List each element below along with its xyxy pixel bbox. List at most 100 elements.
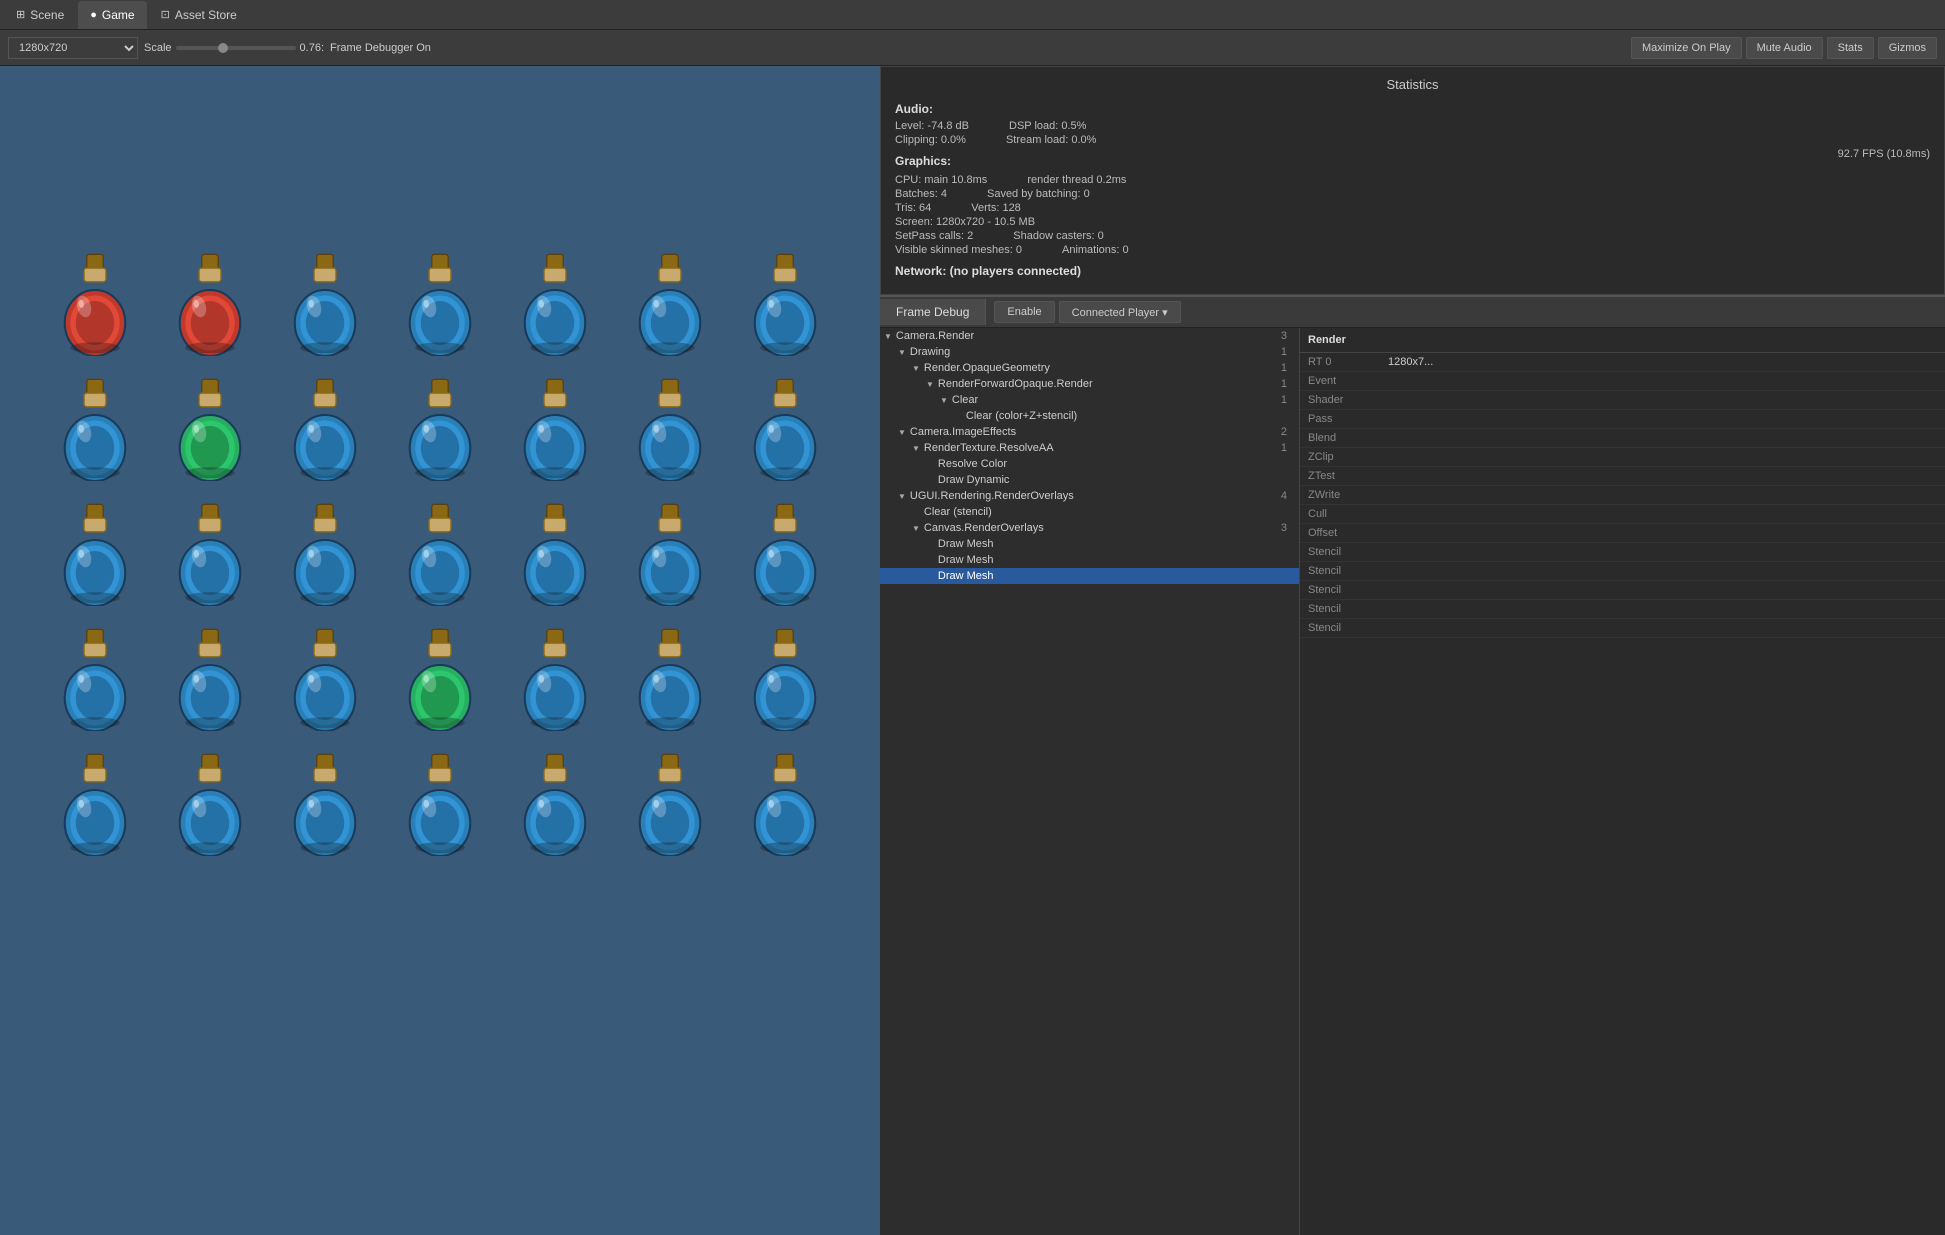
details-zwrite-row: ZWrite [1300, 486, 1945, 505]
toolbar: 1280x720 Scale 0.76: Frame Debugger On M… [0, 30, 1945, 66]
main-content: Statistics Audio: Level: -74.8 dB DSP lo… [0, 66, 1945, 1235]
scale-container: Scale 0.76: [144, 42, 324, 54]
stats-setpass-row: SetPass calls: 2 Shadow casters: 0 [895, 230, 1930, 242]
tree-item-draw-mesh-2[interactable]: ▼Draw Mesh [880, 552, 1299, 568]
bottle[interactable] [510, 246, 600, 356]
details-rt-row: RT 0 1280x7... [1300, 353, 1945, 372]
bottle[interactable] [50, 621, 140, 731]
frame-debug-controls: Enable Connected Player ▾ [986, 297, 1188, 327]
stats-verts: Verts: 128 [971, 202, 1021, 214]
tab-asset-store[interactable]: ⊡ Asset Store [149, 1, 249, 29]
bottle[interactable] [740, 496, 830, 606]
stats-audio-row2: Clipping: 0.0% Stream load: 0.0% [895, 134, 1930, 146]
details-stencil-row-2: Stencil [1300, 562, 1945, 581]
scale-slider[interactable] [176, 46, 296, 50]
bottle[interactable] [625, 496, 715, 606]
stats-visible-skinned: Visible skinned meshes: 0 [895, 244, 1022, 256]
enable-button[interactable]: Enable [994, 301, 1054, 323]
bottle[interactable] [395, 496, 485, 606]
tree-item-draw-mesh-3[interactable]: ▼Draw Mesh [880, 568, 1299, 584]
stats-tris-row: Tris: 64 Verts: 128 [895, 202, 1930, 214]
frame-debugger-status: Frame Debugger On [330, 42, 431, 54]
maximize-on-play-button[interactable]: Maximize On Play [1631, 37, 1742, 59]
tree-item-ugui-rendering-render-overlays[interactable]: ▼UGUI.Rendering.RenderOverlays4 [880, 488, 1299, 504]
bottle[interactable] [280, 621, 370, 731]
details-stencil-row-3: Stencil [1300, 581, 1945, 600]
bottle[interactable] [510, 496, 600, 606]
frame-debug-tab[interactable]: Frame Debug [880, 299, 986, 325]
bottle[interactable] [395, 371, 485, 481]
frame-debug-header: Frame Debug Enable Connected Player ▾ [880, 297, 1945, 328]
stats-button[interactable]: Stats [1827, 37, 1874, 59]
bottle[interactable] [510, 746, 600, 856]
scale-value: 0.76: [300, 42, 324, 54]
stats-batches: Batches: 4 [895, 188, 947, 200]
connected-player-button[interactable]: Connected Player ▾ [1059, 301, 1181, 323]
toolbar-right: Maximize On Play Mute Audio Stats Gizmos [1631, 37, 1937, 59]
tree-item-clear-color-z-stencil[interactable]: ▼Clear (color+Z+stencil) [880, 408, 1299, 424]
tree-item-draw-dynamic[interactable]: ▼Draw Dynamic [880, 472, 1299, 488]
bottle[interactable] [165, 371, 255, 481]
bottle[interactable] [510, 621, 600, 731]
bottle[interactable] [280, 371, 370, 481]
resolution-select[interactable]: 1280x720 [8, 37, 138, 59]
details-rt-label: RT 0 [1308, 356, 1388, 368]
stats-dsp-load: DSP load: 0.5% [1009, 120, 1086, 132]
bottle[interactable] [50, 371, 140, 481]
bottle[interactable] [165, 496, 255, 606]
tree-item-drawing[interactable]: ▼Drawing1 [880, 344, 1299, 360]
details-offset-label: Offset [1308, 527, 1388, 539]
gizmos-button[interactable]: Gizmos [1878, 37, 1937, 59]
game-view [0, 66, 880, 1235]
tree-item-resolve-color[interactable]: ▼Resolve Color [880, 456, 1299, 472]
bottle[interactable] [50, 746, 140, 856]
bottle[interactable] [165, 246, 255, 356]
bottle[interactable] [395, 746, 485, 856]
bottle[interactable] [395, 621, 485, 731]
tree-item-render-opaque-geometry[interactable]: ▼Render.OpaqueGeometry1 [880, 360, 1299, 376]
toolbar-left: 1280x720 Scale 0.76: Frame Debugger On [8, 37, 431, 59]
stats-clipping: Clipping: 0.0% [895, 134, 966, 146]
bottle[interactable] [625, 246, 715, 356]
tab-game[interactable]: ● Game [78, 1, 146, 29]
details-stencil-label-2: Stencil [1308, 565, 1388, 577]
tree-item-render-forward-opaque[interactable]: ▼RenderForwardOpaque.Render1 [880, 376, 1299, 392]
stats-batches-row: Batches: 4 Saved by batching: 0 [895, 188, 1930, 200]
bottle[interactable] [165, 746, 255, 856]
tree-item-clear-stencil[interactable]: ▼Clear (stencil) [880, 504, 1299, 520]
details-shader-row: Shader [1300, 391, 1945, 410]
tree-item-camera-render[interactable]: ▼Camera.Render3 [880, 328, 1299, 344]
bottles-grid [50, 246, 850, 866]
bottle[interactable] [50, 496, 140, 606]
tree-item-clear[interactable]: ▼Clear1 [880, 392, 1299, 408]
mute-audio-button[interactable]: Mute Audio [1746, 37, 1823, 59]
bottle[interactable] [625, 746, 715, 856]
stats-graphics-row: Graphics: 92.7 FPS (10.8ms) [895, 148, 1930, 172]
bottle[interactable] [280, 496, 370, 606]
tree-item-canvas-render-overlays[interactable]: ▼Canvas.RenderOverlays3 [880, 520, 1299, 536]
bottle[interactable] [50, 246, 140, 356]
tree-item-draw-mesh-1[interactable]: ▼Draw Mesh [880, 536, 1299, 552]
bottle[interactable] [740, 746, 830, 856]
bottle[interactable] [280, 246, 370, 356]
bottle[interactable] [740, 621, 830, 731]
stats-skinned-row: Visible skinned meshes: 0 Animations: 0 [895, 244, 1930, 256]
bottle[interactable] [625, 621, 715, 731]
bottle[interactable] [740, 246, 830, 356]
bottle[interactable] [740, 371, 830, 481]
scale-label: Scale [144, 42, 172, 54]
bottle[interactable] [165, 621, 255, 731]
tree-item-camera-image-effects[interactable]: ▼Camera.ImageEffects2 [880, 424, 1299, 440]
details-stencil-row-4: Stencil [1300, 600, 1945, 619]
tab-scene[interactable]: ⊞ Scene [4, 1, 76, 29]
bottle[interactable] [280, 746, 370, 856]
details-blend-row: Blend [1300, 429, 1945, 448]
tree-item-render-texture-resolve-aa[interactable]: ▼RenderTexture.ResolveAA1 [880, 440, 1299, 456]
details-stencil-label-5: Stencil [1308, 622, 1388, 634]
frame-debug-details: Render RT 0 1280x7... Event Shader Pa [1300, 328, 1945, 1235]
bottle[interactable] [510, 371, 600, 481]
bottle[interactable] [625, 371, 715, 481]
stats-saved-by-batching: Saved by batching: 0 [987, 188, 1090, 200]
bottle[interactable] [395, 246, 485, 356]
stats-stream-load: Stream load: 0.0% [1006, 134, 1097, 146]
